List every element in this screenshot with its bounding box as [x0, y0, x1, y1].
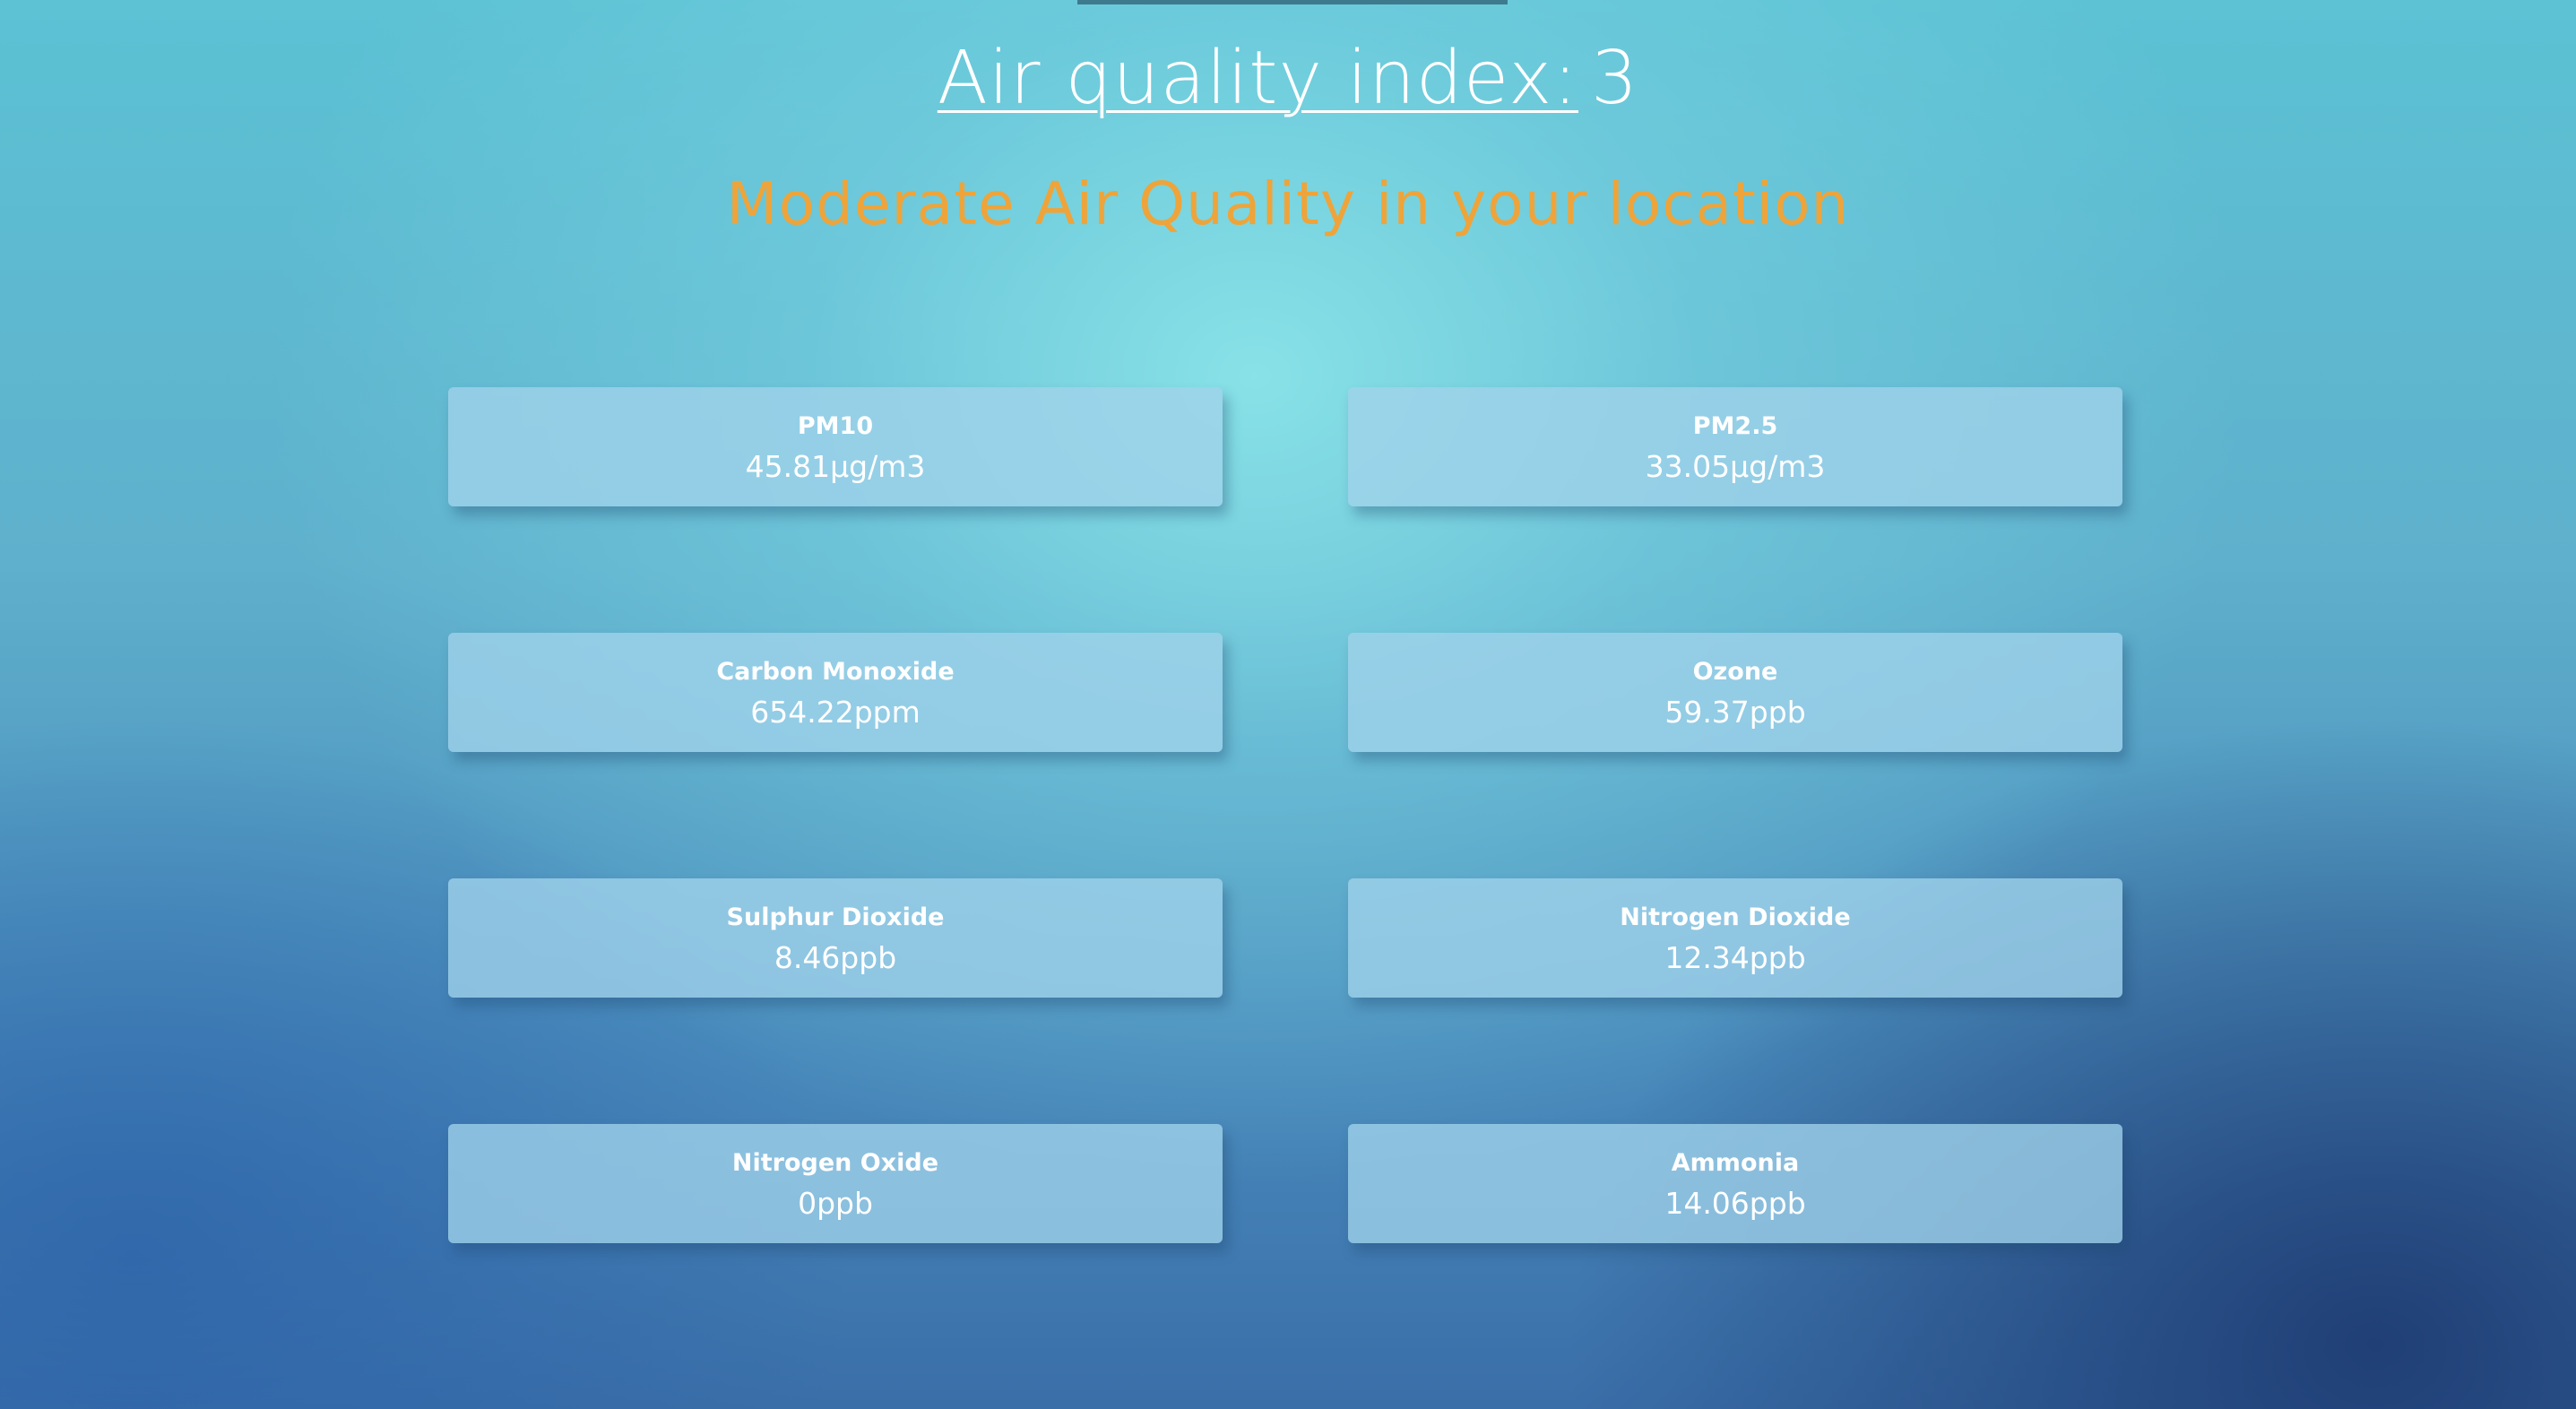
- top-bar-edge: [1077, 0, 1508, 4]
- pollutant-card-ammonia: Ammonia 14.06ppb: [1348, 1124, 2122, 1243]
- aqi-title-link[interactable]: Air quality index:: [938, 36, 1578, 121]
- aqi-value: 3: [1591, 36, 1639, 121]
- pollutant-card-nitrogen-oxide: Nitrogen Oxide 0ppb: [448, 1124, 1223, 1243]
- air-quality-status: Moderate Air Quality in your location: [726, 169, 1850, 238]
- pollutant-label: Nitrogen Dioxide: [1620, 903, 1851, 931]
- pollutant-value: 14.06ppb: [1664, 1186, 1806, 1221]
- page-title: Air quality index: 3: [0, 34, 2576, 124]
- pollutant-card-ozone: Ozone 59.37ppb: [1348, 633, 2122, 752]
- pollutant-value: 8.46ppb: [774, 940, 897, 975]
- pollutant-card-carbon-monoxide: Carbon Monoxide 654.22ppm: [448, 633, 1223, 752]
- pollutant-value: 45.81μg/m3: [745, 449, 926, 484]
- pollutant-label: Ammonia: [1671, 1149, 1800, 1177]
- pollutant-label: Nitrogen Oxide: [731, 1149, 939, 1177]
- pollutant-value: 654.22ppm: [750, 695, 921, 730]
- pollutant-card-pm10: PM10 45.81μg/m3: [448, 387, 1223, 506]
- pollutant-label: Sulphur Dioxide: [726, 903, 945, 931]
- pollutant-label: PM10: [797, 412, 874, 440]
- pollutant-value: 0ppb: [798, 1186, 873, 1221]
- pollutant-card-sulphur-dioxide: Sulphur Dioxide 8.46ppb: [448, 878, 1223, 998]
- pollutant-value: 12.34ppb: [1664, 940, 1806, 975]
- pollutant-value: 59.37ppb: [1664, 695, 1806, 730]
- pollutant-label: Carbon Monoxide: [716, 658, 955, 686]
- pollutant-value: 33.05μg/m3: [1645, 449, 1826, 484]
- pollutant-label: Ozone: [1692, 658, 1778, 686]
- pollutant-label: PM2.5: [1692, 412, 1778, 440]
- pollutant-card-pm25: PM2.5 33.05μg/m3: [1348, 387, 2122, 506]
- pollutant-card-nitrogen-dioxide: Nitrogen Dioxide 12.34ppb: [1348, 878, 2122, 998]
- pollutant-grid: PM10 45.81μg/m3 PM2.5 33.05μg/m3 Carbon …: [448, 387, 2122, 1243]
